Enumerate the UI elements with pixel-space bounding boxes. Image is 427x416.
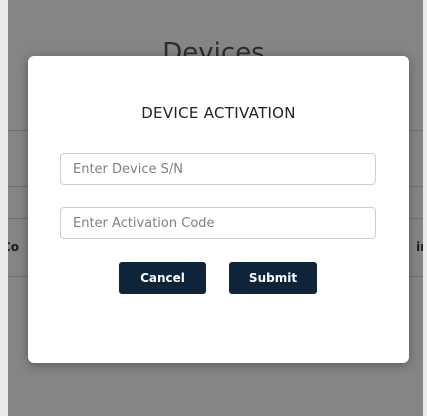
page-edge-right — [423, 0, 427, 416]
page-edge-left — [0, 0, 8, 416]
screen: Devices t Co ino DEVICE ACTIVATION Cance… — [0, 0, 427, 416]
activation-code-input[interactable] — [60, 207, 376, 239]
submit-button[interactable]: Submit — [229, 262, 317, 294]
cancel-button[interactable]: Cancel — [119, 262, 206, 294]
dialog-title: DEVICE ACTIVATION — [141, 104, 296, 122]
device-activation-dialog: DEVICE ACTIVATION Cancel Submit — [28, 56, 409, 363]
device-serial-input[interactable] — [60, 153, 376, 185]
